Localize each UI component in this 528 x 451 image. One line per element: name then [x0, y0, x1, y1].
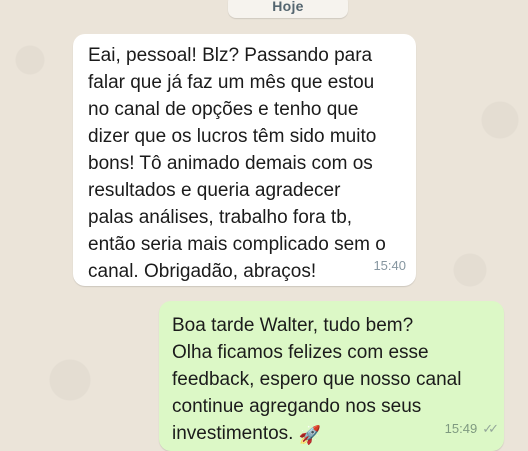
message-time: 15:49 [444, 421, 478, 436]
message-meta: 15:49 ✓✓ [444, 415, 499, 442]
date-separator-label: Hoje [272, 0, 304, 14]
message-meta: 15:40 [373, 252, 406, 279]
message-text: Eai, pessoal! Blz? Passando para falar q… [88, 45, 386, 282]
incoming-message-bubble[interactable]: Eai, pessoal! Blz? Passando para falar q… [73, 34, 416, 286]
outgoing-message-bubble[interactable]: Boa tarde Walter, tudo bem? Olha ficamos… [159, 301, 504, 451]
date-separator: Hoje [228, 0, 348, 18]
rocket-icon: 🚀 [298, 425, 322, 445]
message-time: 15:40 [373, 258, 406, 273]
double-tick-icon: ✓✓ [482, 421, 499, 436]
